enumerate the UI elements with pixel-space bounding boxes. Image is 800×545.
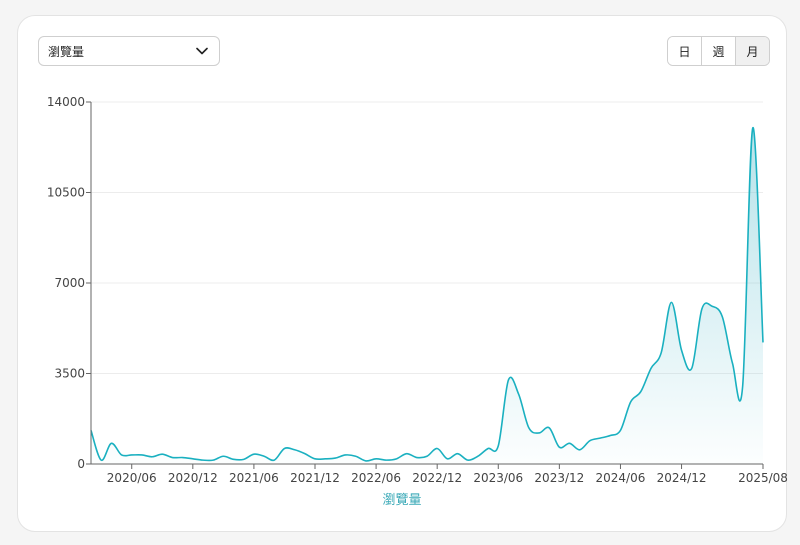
data-point — [619, 429, 621, 431]
data-point — [680, 349, 682, 351]
x-tick-label: 2024/06 — [596, 471, 646, 485]
data-point — [181, 456, 183, 458]
data-point — [558, 446, 560, 448]
data-point — [192, 458, 194, 460]
data-point — [568, 442, 570, 444]
data-point — [222, 455, 224, 457]
data-point — [467, 459, 469, 461]
x-tick-label: 2023/06 — [473, 471, 523, 485]
data-point — [670, 301, 672, 303]
data-point — [375, 458, 377, 460]
x-tick-label: 2024/12 — [657, 471, 707, 485]
data-point — [243, 458, 245, 460]
data-point — [538, 432, 540, 434]
data-point — [151, 456, 153, 458]
x-tick-label: 2022/12 — [412, 471, 462, 485]
x-tick-label: 2022/06 — [351, 471, 401, 485]
data-point — [385, 459, 387, 461]
data-point — [711, 305, 713, 307]
data-point — [161, 453, 163, 455]
data-point — [365, 460, 367, 462]
series-area — [91, 127, 763, 465]
data-point — [528, 427, 530, 429]
data-point — [355, 455, 357, 457]
y-tick-label: 0 — [77, 457, 85, 471]
data-point — [405, 452, 407, 454]
data-point — [120, 454, 122, 456]
data-point — [436, 447, 438, 449]
data-point — [110, 442, 112, 444]
data-point — [640, 390, 642, 392]
y-tick-label: 10500 — [47, 186, 85, 200]
data-point — [507, 379, 509, 381]
data-point — [416, 456, 418, 458]
data-point — [650, 367, 652, 369]
data-point — [141, 454, 143, 456]
data-point — [599, 437, 601, 439]
data-point — [232, 458, 234, 460]
data-point — [263, 455, 265, 457]
x-tick-label: 2025/08 — [738, 471, 788, 485]
y-tick-label: 3500 — [54, 367, 85, 381]
data-point — [701, 308, 703, 310]
data-point — [517, 393, 519, 395]
x-tick-label: 2021/06 — [229, 471, 279, 485]
data-point — [497, 445, 499, 447]
data-point — [741, 385, 743, 387]
x-tick-label: 2020/12 — [168, 471, 218, 485]
data-point — [314, 458, 316, 460]
data-point — [212, 459, 214, 461]
data-point — [548, 427, 550, 429]
data-point — [721, 315, 723, 317]
data-point — [691, 367, 693, 369]
data-point — [293, 449, 295, 451]
data-point — [609, 434, 611, 436]
data-point — [253, 453, 255, 455]
data-point — [731, 362, 733, 364]
x-axis-label: 瀏覽量 — [382, 493, 421, 508]
data-point — [426, 455, 428, 457]
y-tick-label: 14000 — [47, 95, 85, 109]
data-point — [456, 452, 458, 454]
data-point — [100, 459, 102, 461]
data-point — [304, 452, 306, 454]
data-point — [487, 447, 489, 449]
data-point — [344, 454, 346, 456]
data-point — [131, 454, 133, 456]
y-tick-label: 7000 — [54, 276, 85, 290]
data-point — [446, 458, 448, 460]
x-tick-label: 2020/06 — [107, 471, 157, 485]
data-point — [395, 458, 397, 460]
x-tick-label: 2023/12 — [534, 471, 584, 485]
data-point — [283, 447, 285, 449]
data-point — [752, 127, 754, 129]
x-tick-label: 2021/12 — [290, 471, 340, 485]
data-point — [660, 352, 662, 354]
data-point — [762, 341, 764, 343]
data-point — [334, 457, 336, 459]
data-point — [477, 455, 479, 457]
views-chart: 0 3500 7000 10500 14000 2020/06 2020/12 2021/06… — [47, 95, 788, 508]
data-point — [202, 459, 204, 461]
data-point — [589, 440, 591, 442]
data-point — [273, 459, 275, 461]
data-point — [629, 401, 631, 403]
data-point — [579, 449, 581, 451]
data-point — [324, 458, 326, 460]
data-point — [171, 456, 173, 458]
